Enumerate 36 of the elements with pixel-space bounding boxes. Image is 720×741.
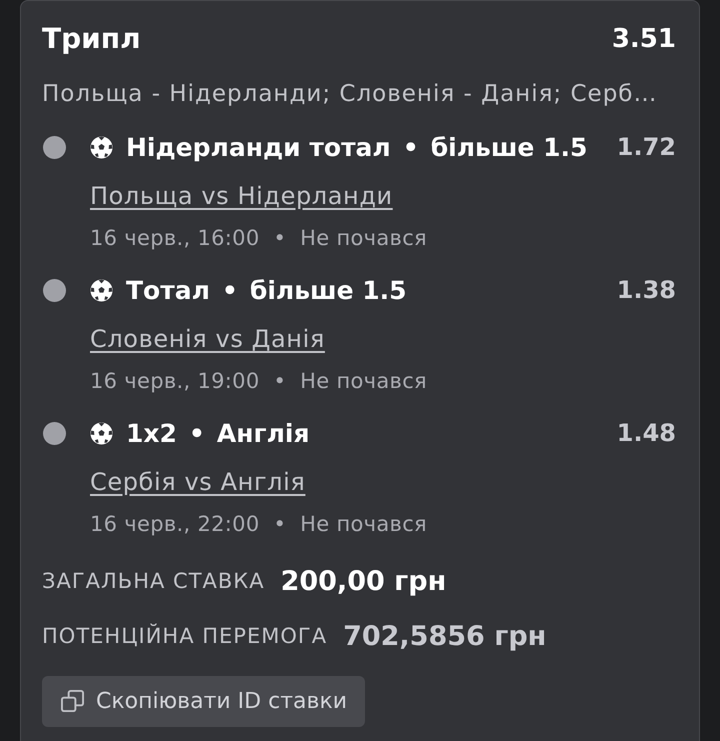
copy-id-button[interactable]: Скопіювати ID ставки [42, 676, 366, 727]
separator-dot: • [188, 418, 205, 448]
market-name: Тотал [126, 276, 210, 304]
match-link[interactable]: Сербія vs Англія [90, 466, 306, 498]
bet-title: Трипл [42, 21, 141, 57]
selection-odds: 1.48 [616, 418, 676, 449]
soccer-ball-icon [90, 278, 113, 302]
pick-name: більше 1.5 [250, 276, 407, 304]
soccer-ball-icon [90, 136, 113, 158]
match-date: 16 черв., 19:00 [90, 368, 260, 395]
total-label: ЗАГАЛЬНА СТАВКА [42, 569, 265, 593]
selection-odds: 1.72 [616, 132, 676, 163]
events-summary: Польща - Нідерланди; Словенія - Данія; Серб… [42, 80, 658, 109]
market-name: 1x2 [126, 418, 177, 448]
separator-dot: • [273, 225, 286, 252]
total-amount: 200,00 грн [280, 566, 446, 596]
copy-icon [61, 690, 84, 713]
match-link[interactable]: Словенія vs Данія [90, 323, 325, 355]
separator-dot: • [222, 276, 238, 304]
total-odds: 3.51 [612, 23, 676, 56]
total-label: ПОТЕНЦІЙНА ПЕРЕМОГА [42, 624, 328, 648]
match-status: Не почався [300, 225, 427, 252]
selection-odds: 1.38 [616, 275, 676, 306]
match-status: Не почався [300, 511, 427, 538]
separator-dot: • [402, 132, 419, 162]
separator-dot: • [273, 511, 286, 538]
pick-name: більше 1.5 [430, 132, 588, 162]
match-date: 16 черв., 22:00 [90, 511, 260, 538]
market-name: Нідерланди тотал [126, 132, 391, 162]
separator-dot: • [273, 368, 286, 395]
match-status: Не почався [300, 368, 427, 395]
match-date: 16 черв., 16:00 [90, 225, 260, 252]
match-link[interactable]: Польща vs Нідерланди [90, 180, 393, 212]
total-amount: 702,5856 грн [343, 620, 546, 652]
soccer-ball-icon [90, 422, 113, 444]
pick-name: Англія [216, 418, 310, 448]
